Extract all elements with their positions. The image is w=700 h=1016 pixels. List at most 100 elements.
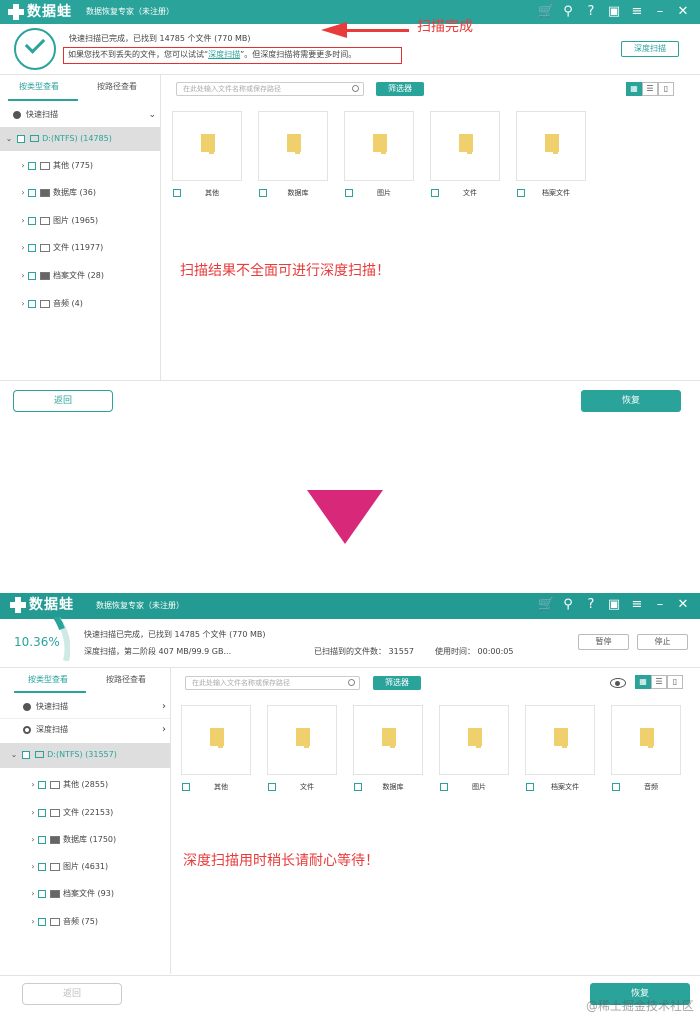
category-checkbox[interactable] <box>28 216 36 225</box>
expand-right-icon[interactable]: › <box>28 855 38 879</box>
drive-row[interactable]: ⌄ D:(NTFS) (31557) <box>0 743 170 768</box>
category-checkbox[interactable] <box>38 835 46 844</box>
quick-scan-row[interactable]: 快速扫描 › <box>0 695 170 719</box>
expand-right-icon[interactable]: › <box>18 209 28 233</box>
drive-checkbox[interactable] <box>21 750 30 759</box>
expand-right-icon[interactable]: › <box>28 910 38 934</box>
save-icon[interactable]: ▣ <box>607 597 621 613</box>
expand-right-icon[interactable]: › <box>28 801 38 825</box>
category-checkbox[interactable] <box>28 188 36 197</box>
drive-row[interactable]: ⌄ D:(NTFS) (14785) <box>0 127 160 151</box>
tab-by-path[interactable]: 按路径查看 <box>97 81 137 93</box>
key-icon[interactable]: ⚲ <box>561 597 575 613</box>
progress-percent: 10.36% <box>14 635 60 649</box>
category-checkbox[interactable] <box>28 299 36 308</box>
back-button[interactable]: 返回 <box>13 390 113 412</box>
minimize-icon[interactable]: – <box>653 597 667 613</box>
chevron-down-icon[interactable]: ⌄ <box>148 103 156 127</box>
category-row[interactable]: › 档案文件 (93) <box>0 882 114 906</box>
tab-by-type[interactable]: 按类型查看 <box>28 674 68 686</box>
chevron-right-icon[interactable]: › <box>162 695 166 719</box>
category-checkbox[interactable] <box>28 161 36 170</box>
help-icon[interactable]: ? <box>584 4 598 20</box>
category-checkbox[interactable] <box>38 917 46 926</box>
eye-icon[interactable] <box>610 678 626 688</box>
list-view-icon[interactable]: ☰ <box>642 82 658 96</box>
file-tile[interactable] <box>353 705 423 775</box>
file-tile[interactable] <box>172 111 242 181</box>
expand-right-icon[interactable]: › <box>28 828 38 852</box>
drive-checkbox[interactable] <box>16 134 25 143</box>
category-row[interactable]: › 音频 (4) <box>0 292 82 316</box>
menu-icon[interactable]: ≡ <box>630 4 644 20</box>
expand-right-icon[interactable]: › <box>18 236 28 260</box>
category-checkbox[interactable] <box>38 808 46 817</box>
file-tile[interactable] <box>439 705 509 775</box>
help-icon[interactable]: ? <box>584 597 598 613</box>
minimize-icon[interactable]: – <box>653 4 667 20</box>
chevron-right-icon[interactable]: › <box>162 718 166 742</box>
file-tile[interactable] <box>516 111 586 181</box>
search-input[interactable]: 在此处输入文件名称或保存路径 <box>185 676 360 690</box>
quick-scan-row[interactable]: 快速扫描 ⌄ <box>0 103 160 127</box>
view-tabs: 按类型查看 按路径查看 <box>0 668 170 693</box>
category-row[interactable]: › 文件 (11977) <box>0 236 103 260</box>
search-icon[interactable] <box>352 85 359 92</box>
category-checkbox[interactable] <box>38 862 46 871</box>
category-row[interactable]: › 数据库 (1750) <box>0 828 116 852</box>
key-icon[interactable]: ⚲ <box>561 4 575 20</box>
expand-right-icon[interactable]: › <box>18 292 28 316</box>
tab-by-path[interactable]: 按路径查看 <box>106 674 146 686</box>
expand-right-icon[interactable]: › <box>18 181 28 205</box>
cart-icon[interactable]: 🛒 <box>538 597 554 613</box>
expand-right-icon[interactable]: › <box>18 264 28 288</box>
file-tile[interactable] <box>267 705 337 775</box>
file-tile[interactable] <box>258 111 328 181</box>
watermark: @稀土掘金技术社区 <box>585 999 694 1013</box>
file-tile[interactable] <box>181 705 251 775</box>
detail-view-icon[interactable]: ▯ <box>667 675 683 689</box>
expand-right-icon[interactable]: › <box>18 154 28 178</box>
category-row[interactable]: › 档案文件 (28) <box>0 264 104 288</box>
expand-down-icon[interactable]: ⌄ <box>4 127 14 151</box>
recover-button[interactable]: 恢复 <box>581 390 681 412</box>
tab-by-type[interactable]: 按类型查看 <box>19 81 59 93</box>
list-view-icon[interactable]: ☰ <box>651 675 667 689</box>
close-icon[interactable]: ✕ <box>676 4 690 20</box>
category-checkbox[interactable] <box>38 780 46 789</box>
cart-icon[interactable]: 🛒 <box>538 4 554 20</box>
category-row[interactable]: › 音频 (75) <box>0 910 98 934</box>
category-row[interactable]: › 其他 (775) <box>0 154 93 178</box>
deep-scan-row[interactable]: 深度扫描 › <box>0 718 170 742</box>
grid-view-icon[interactable]: ▦ <box>635 675 651 689</box>
grid-view-icon[interactable]: ▦ <box>626 82 642 96</box>
file-tile[interactable] <box>525 705 595 775</box>
menu-icon[interactable]: ≡ <box>630 597 644 613</box>
back-button[interactable]: 返回 <box>22 983 122 1005</box>
filter-button[interactable]: 筛选器 <box>373 676 421 690</box>
stop-button[interactable]: 停止 <box>637 634 688 650</box>
file-tile[interactable] <box>611 705 681 775</box>
save-icon[interactable]: ▣ <box>607 4 621 20</box>
file-tile[interactable] <box>430 111 500 181</box>
close-icon[interactable]: ✕ <box>676 597 690 613</box>
category-checkbox[interactable] <box>28 271 36 280</box>
search-icon[interactable] <box>348 679 355 686</box>
category-row[interactable]: › 图片 (1965) <box>0 209 98 233</box>
category-row[interactable]: › 图片 (4631) <box>0 855 108 879</box>
deep-scan-link[interactable]: 深度扫描 <box>208 50 240 59</box>
expand-right-icon[interactable]: › <box>28 773 38 797</box>
file-tile[interactable] <box>344 111 414 181</box>
detail-view-icon[interactable]: ▯ <box>658 82 674 96</box>
expand-down-icon[interactable]: ⌄ <box>9 743 19 767</box>
deep-scan-button[interactable]: 深度扫描 <box>621 41 679 57</box>
filter-button[interactable]: 筛选器 <box>376 82 424 96</box>
category-checkbox[interactable] <box>28 243 36 252</box>
category-row[interactable]: › 其他 (2855) <box>0 773 108 797</box>
search-input[interactable]: 在此处输入文件名称或保存路径 <box>176 82 364 96</box>
category-checkbox[interactable] <box>38 889 46 898</box>
expand-right-icon[interactable]: › <box>28 882 38 906</box>
category-row[interactable]: › 数据库 (36) <box>0 181 96 205</box>
pause-button[interactable]: 暂停 <box>578 634 629 650</box>
category-row[interactable]: › 文件 (22153) <box>0 801 113 825</box>
